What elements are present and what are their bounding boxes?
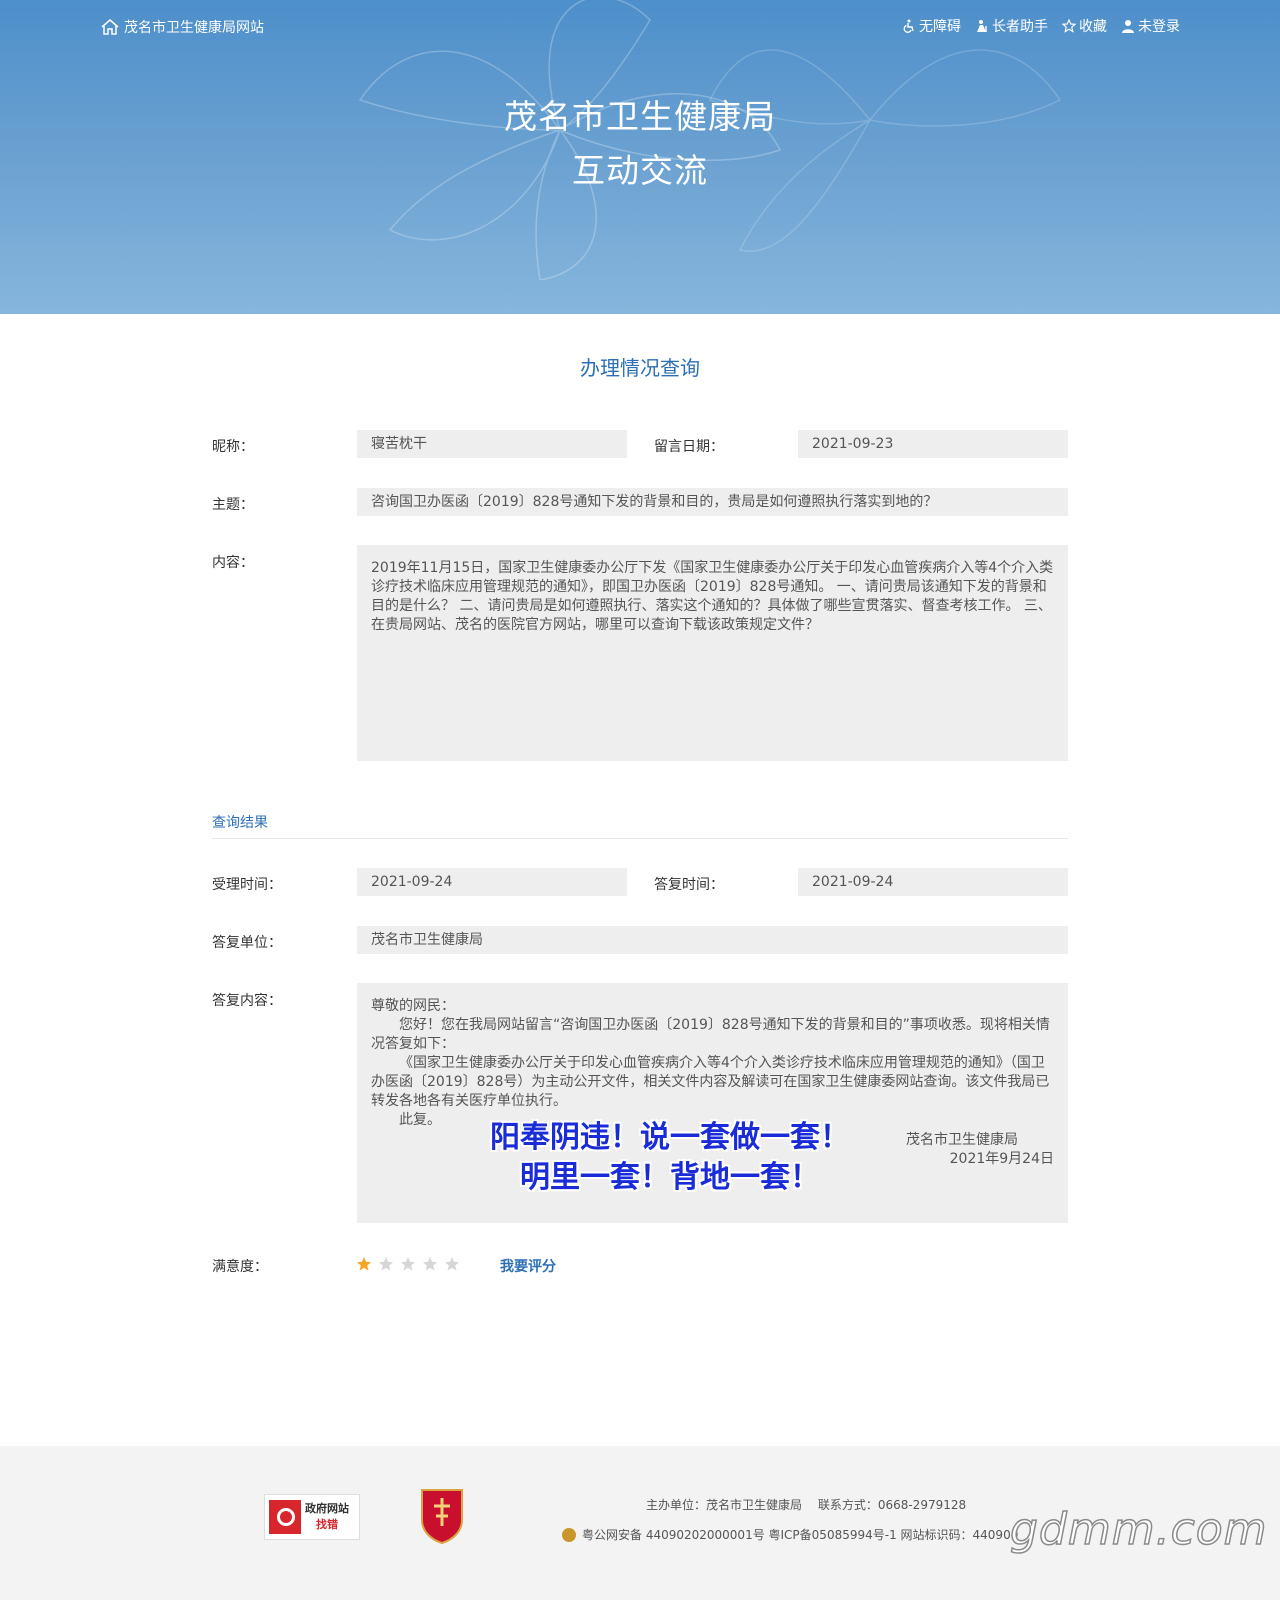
footer: 政府网站 找错 主办单位：茂名市卫生健康局 联系方式：0668-2979128 …	[0, 1446, 1280, 1600]
footer-record-info: 粤公网安备 44090202000001号 粤ICP备05085994号-1 网…	[562, 1526, 1018, 1543]
accessibility-button[interactable]: 无障碍	[902, 16, 961, 36]
err-badge-line2: 找错	[316, 1518, 338, 1531]
reply-time-label: 答复时间：	[654, 877, 724, 893]
date-field: 2021-09-23	[798, 430, 1068, 458]
elder-helper-label: 长者助手	[992, 19, 1048, 35]
favorite-button[interactable]: 收藏	[1062, 16, 1107, 36]
star-icon[interactable]	[356, 1256, 372, 1272]
reply-unit-label: 答复单位：	[212, 935, 282, 951]
footer-record-text: 粤公网安备 44090202000001号 粤ICP备05085994号-1 网…	[582, 1528, 1019, 1542]
reply-content-label: 答复内容：	[212, 993, 282, 1009]
watermark: gdmm.com	[1009, 1503, 1268, 1556]
elder-helper-icon	[977, 20, 987, 32]
flower-decoration	[708, 49, 1062, 252]
reply-sign-date: 2021年9月24日	[949, 1151, 1054, 1167]
slogan-line: 明里一套！背地一套！	[520, 1160, 820, 1195]
reply-paragraph: 《国家卫生健康委办公厅关于印发心血管疾病介入等4个介入类诊疗技术临床应用管理规范…	[371, 1055, 1050, 1109]
wheelchair-icon	[903, 19, 914, 33]
favorite-label: 收藏	[1079, 19, 1107, 35]
gov-site-error-report-badge[interactable]: 政府网站 找错	[264, 1494, 360, 1540]
banner-subtitle: 互动交流	[572, 151, 708, 190]
user-icon	[1122, 20, 1134, 33]
reply-time-field: 2021-09-24	[798, 868, 1068, 896]
site-home-link[interactable]: 茂名市卫生健康局网站	[100, 17, 264, 37]
star-icon[interactable]	[400, 1256, 416, 1272]
banner-title: 茂名市卫生健康局	[504, 97, 776, 136]
police-emblem-icon	[562, 1527, 576, 1542]
star-outline-icon	[1062, 19, 1076, 33]
party-government-badge-icon[interactable]	[418, 1486, 466, 1544]
home-icon	[101, 19, 119, 35]
star-icon[interactable]	[444, 1256, 460, 1272]
magnifier-icon	[269, 1500, 301, 1534]
result-heading: 查询结果	[212, 815, 268, 831]
err-badge-line1: 政府网站	[305, 1502, 349, 1515]
accessibility-label: 无障碍	[919, 19, 961, 35]
divider	[212, 838, 1068, 839]
page-title: 办理情况查询	[580, 356, 700, 380]
accept-time-field: 2021-09-24	[357, 868, 627, 896]
subject-label: 主题：	[212, 497, 254, 513]
site-home-label: 茂名市卫生健康局网站	[124, 20, 264, 36]
content-field: 2019年11月15日，国家卫生健康委办公厅下发《国家卫生健康委办公厅关于印发心…	[357, 545, 1068, 761]
nickname-field: 寝苦枕干	[357, 430, 627, 458]
content-label: 内容：	[212, 555, 254, 571]
overlay-slogan: 阳奉阴违！说一套做一套！ 明里一套！背地一套！	[470, 1118, 870, 1198]
top-toolbar: 无障碍 长者助手 收藏 未登录	[902, 16, 1180, 36]
star-icon[interactable]	[378, 1256, 394, 1272]
slogan-line: 阳奉阴违！说一套做一套！	[490, 1120, 850, 1155]
header-banner: 茂名市卫生健康局网站 无障碍 长者助手 收藏 未登录 茂名市卫生健康局 互动交流	[0, 0, 1280, 314]
nickname-label: 昵称：	[212, 439, 254, 455]
footer-host-info: 主办单位：茂名市卫生健康局 联系方式：0668-2979128	[646, 1498, 967, 1512]
reply-sign-unit: 茂名市卫生健康局	[906, 1132, 1018, 1148]
rate-button[interactable]: 我要评分	[500, 1256, 556, 1276]
subject-field: 咨询国卫办医函〔2019〕828号通知下发的背景和目的，贵局是如何遵照执行落实到…	[357, 488, 1068, 516]
elder-helper-button[interactable]: 长者助手	[975, 16, 1048, 36]
rating-stars[interactable]	[356, 1256, 460, 1272]
satisfaction-label: 满意度：	[212, 1259, 268, 1275]
login-label: 未登录	[1138, 19, 1180, 35]
reply-greeting: 尊敬的网民：	[371, 998, 455, 1014]
login-button[interactable]: 未登录	[1121, 16, 1180, 36]
reply-paragraph: 您好！您在我局网站留言“咨询国卫办医函〔2019〕828号通知下发的背景和目的”…	[371, 1017, 1050, 1052]
reply-unit-field: 茂名市卫生健康局	[357, 926, 1068, 954]
accept-time-label: 受理时间：	[212, 877, 282, 893]
date-label: 留言日期：	[654, 439, 724, 455]
star-icon[interactable]	[422, 1256, 438, 1272]
